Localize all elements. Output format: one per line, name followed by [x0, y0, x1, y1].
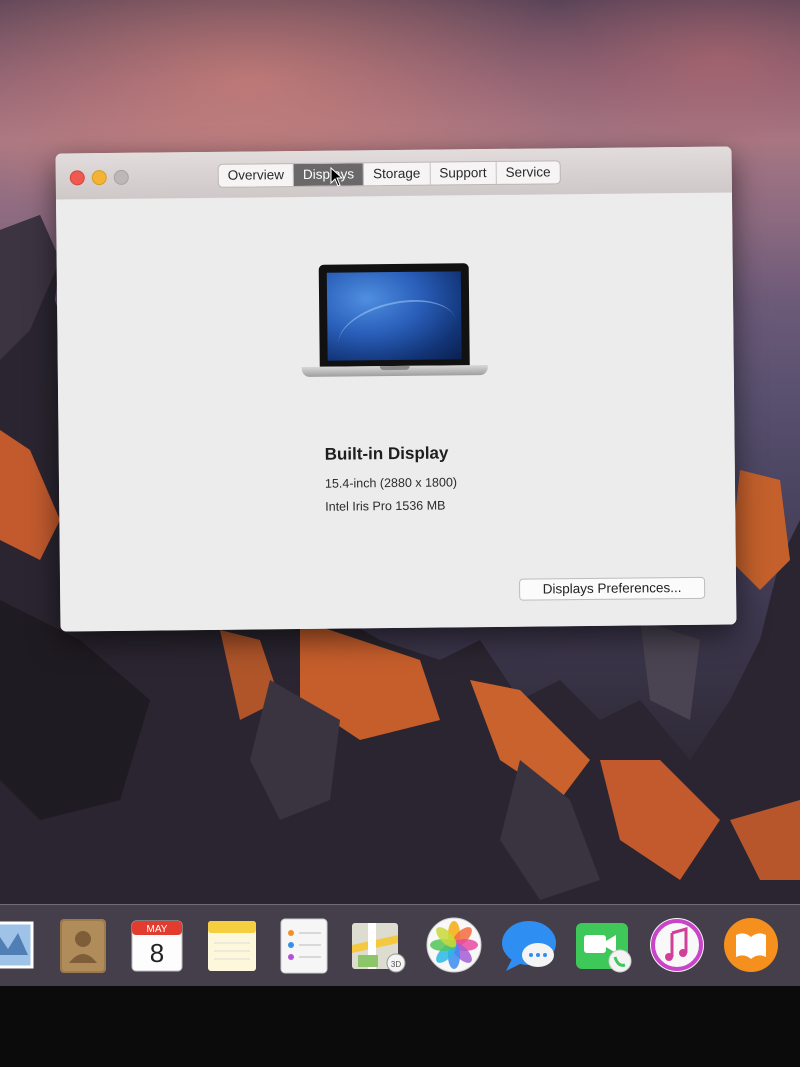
photos-icon[interactable]	[425, 915, 483, 975]
zoom-button[interactable]	[113, 169, 129, 185]
tab-overview[interactable]: Overview	[218, 164, 295, 187]
laptop-notch	[379, 365, 410, 371]
screen-bezel	[0, 986, 800, 1067]
display-name: Built-in Display	[324, 443, 449, 464]
tab-service[interactable]: Service	[497, 161, 560, 184]
facetime-icon[interactable]	[574, 915, 632, 975]
calendar-icon[interactable]: MAY 8	[128, 915, 186, 975]
dock: MAY 8 3D	[0, 904, 800, 987]
close-button[interactable]	[69, 170, 85, 186]
itunes-icon[interactable]	[648, 915, 706, 975]
ibooks-icon[interactable]	[722, 915, 780, 975]
macbook-pro-image	[301, 263, 488, 383]
mouse-pointer-icon	[330, 167, 344, 187]
calendar-day: 8	[150, 938, 164, 968]
displays-panel: Built-in Display 15.4-inch (2880 x 1800)…	[55, 192, 737, 632]
laptop-screen	[326, 271, 462, 361]
display-size-resolution: 15.4-inch (2880 x 1800)	[324, 475, 458, 491]
tab-storage[interactable]: Storage	[363, 162, 431, 186]
tab-support[interactable]: Support	[430, 161, 497, 185]
about-this-mac-window: Overview Displays Storage Support Servic…	[55, 146, 737, 632]
messages-icon[interactable]	[500, 915, 558, 975]
contacts-icon[interactable]	[54, 915, 112, 975]
mail-icon[interactable]	[0, 915, 36, 975]
notes-icon[interactable]	[202, 915, 260, 975]
tab-bar: Overview Displays Storage Support Servic…	[217, 160, 561, 188]
reminders-icon[interactable]	[275, 915, 333, 975]
maps-icon[interactable]: 3D	[348, 915, 406, 975]
title-bar: Overview Displays Storage Support Servic…	[55, 146, 732, 201]
svg-text:3D: 3D	[391, 960, 401, 969]
minimize-button[interactable]	[91, 170, 107, 186]
laptop-lid	[318, 263, 470, 367]
calendar-month: MAY	[147, 924, 168, 935]
displays-preferences-button[interactable]: Displays Preferences...	[518, 576, 706, 601]
display-graphics: Intel Iris Pro 1536 MB	[325, 498, 446, 514]
